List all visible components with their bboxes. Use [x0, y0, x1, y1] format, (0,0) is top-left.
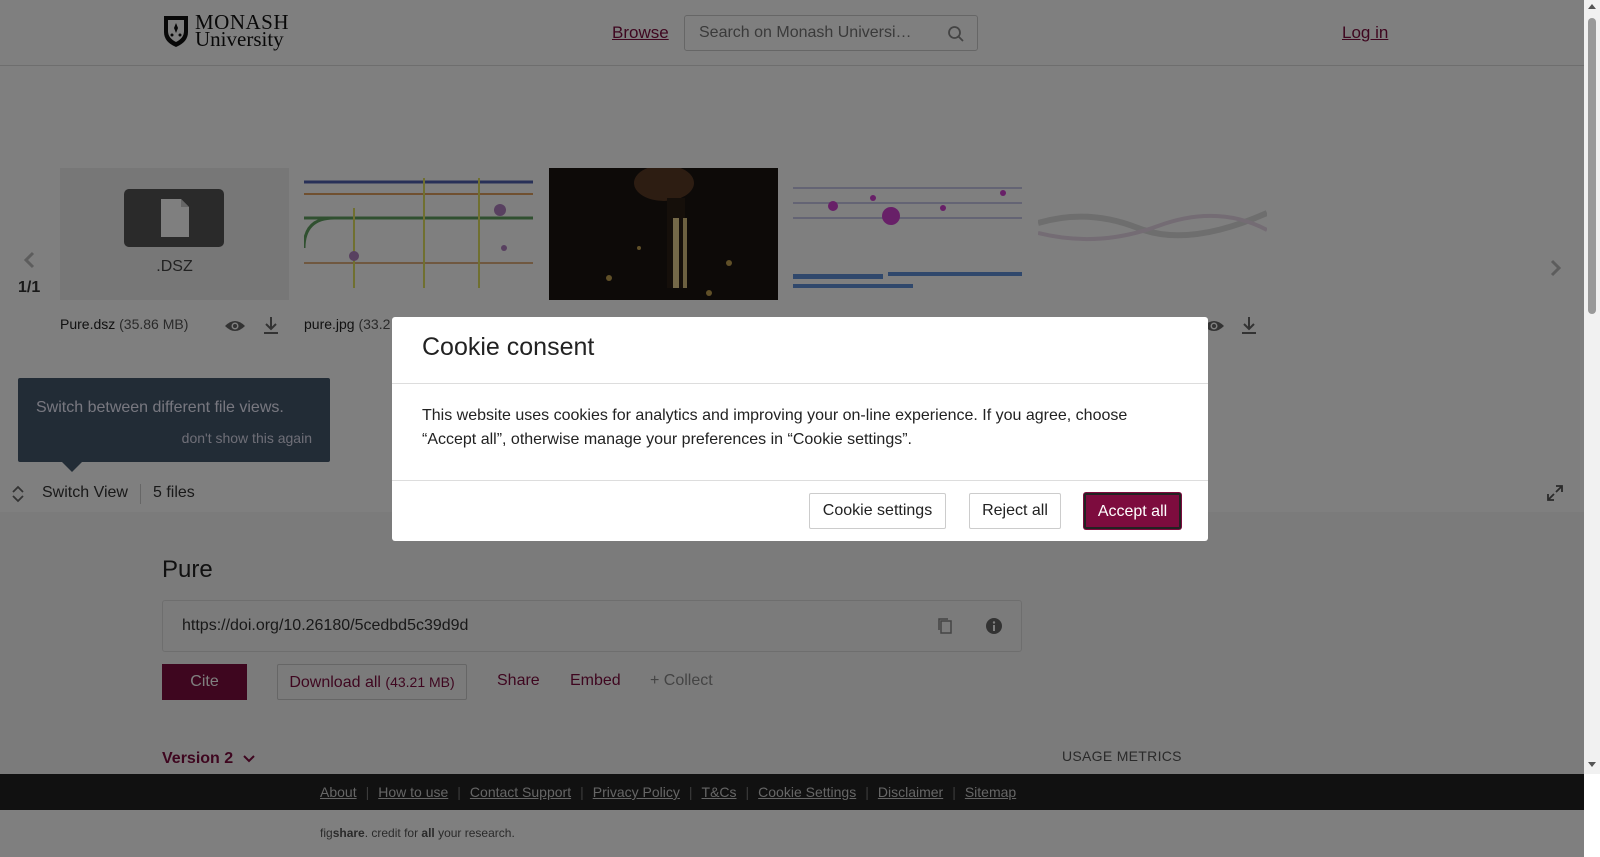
dialog-divider [392, 480, 1208, 481]
dialog-body: This website uses cookies for analytics … [422, 407, 1128, 448]
cookie-settings-button[interactable]: Cookie settings [809, 493, 946, 529]
scroll-up-arrow[interactable] [1588, 4, 1596, 9]
cookie-consent-dialog: Cookie consent This website uses cookies… [392, 317, 1208, 541]
accept-all-button[interactable]: Accept all [1084, 493, 1181, 529]
dialog-divider [392, 383, 1208, 384]
scroll-down-arrow[interactable] [1588, 762, 1596, 767]
reject-all-button[interactable]: Reject all [969, 493, 1061, 529]
page-scrollbar[interactable] [1584, 0, 1600, 774]
dialog-title: Cookie consent [422, 333, 595, 361]
scroll-thumb[interactable] [1588, 18, 1596, 314]
